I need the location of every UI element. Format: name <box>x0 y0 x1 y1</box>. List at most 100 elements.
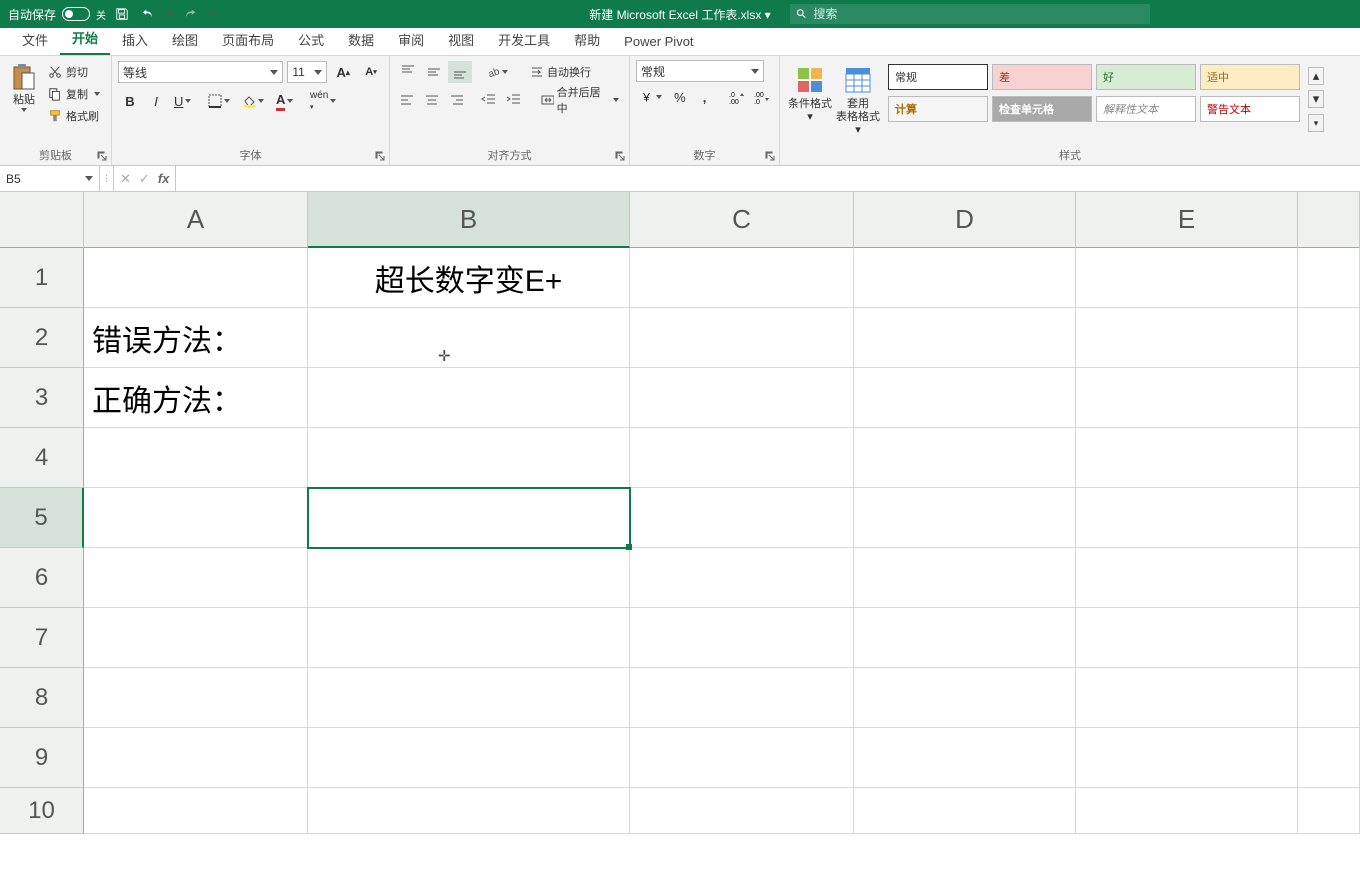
styles-more[interactable]: ▾ <box>1308 114 1324 132</box>
font-color-button[interactable]: A <box>272 90 304 112</box>
cell-A6[interactable] <box>84 548 308 608</box>
cell-D3[interactable] <box>854 368 1076 428</box>
cell-A2[interactable]: 错误方法： <box>84 308 308 368</box>
row-header-3[interactable]: 3 <box>0 368 84 428</box>
accounting-format-button[interactable]: ￥ <box>636 86 667 108</box>
style-warning[interactable]: 警告文本 <box>1200 96 1300 122</box>
row-header-9[interactable]: 9 <box>0 728 84 788</box>
orientation-button[interactable]: ab <box>482 61 514 83</box>
spreadsheet-grid[interactable]: ABCDE1超长数字变E+2错误方法：3正确方法：45678910✛ <box>0 192 1360 834</box>
underline-button[interactable]: U <box>170 90 202 112</box>
align-center-button[interactable] <box>421 89 444 111</box>
cell-C7[interactable] <box>630 608 854 668</box>
undo-button[interactable] <box>138 4 158 24</box>
row-header-10[interactable]: 10 <box>0 788 84 834</box>
cell-A5[interactable] <box>84 488 308 548</box>
cell-B8[interactable] <box>308 668 630 728</box>
redo-button[interactable] <box>180 4 200 24</box>
cell-C6[interactable] <box>630 548 854 608</box>
align-middle-button[interactable] <box>422 61 446 83</box>
row-header-4[interactable]: 4 <box>0 428 84 488</box>
style-calculation[interactable]: 计算 <box>888 96 988 122</box>
cell-C2[interactable] <box>630 308 854 368</box>
row-header-2[interactable]: 2 <box>0 308 84 368</box>
accept-formula-button[interactable]: ✓ <box>139 171 150 187</box>
align-right-button[interactable] <box>445 89 468 111</box>
cell-B5[interactable] <box>308 488 630 548</box>
tab-page-layout[interactable]: 页面布局 <box>210 24 286 55</box>
decrease-decimal-button[interactable]: .00.0 <box>750 86 773 108</box>
align-top-button[interactable] <box>396 61 420 83</box>
bold-button[interactable]: B <box>118 90 142 112</box>
cell-A9[interactable] <box>84 728 308 788</box>
cell-E8[interactable] <box>1076 668 1298 728</box>
name-box-expand[interactable]: ⋮ <box>100 166 114 191</box>
cell-B9[interactable] <box>308 728 630 788</box>
cell-C8[interactable] <box>630 668 854 728</box>
cell-D7[interactable] <box>854 608 1076 668</box>
cell-C1[interactable] <box>630 248 854 308</box>
tab-file[interactable]: 文件 <box>10 24 60 55</box>
style-neutral[interactable]: 适中 <box>1200 64 1300 90</box>
tab-insert[interactable]: 插入 <box>110 24 160 55</box>
comma-button[interactable]: , <box>693 86 716 108</box>
style-good[interactable]: 好 <box>1096 64 1196 90</box>
increase-decimal-button[interactable]: .0.00 <box>726 86 749 108</box>
align-bottom-button[interactable] <box>448 61 472 83</box>
cell-D1[interactable] <box>854 248 1076 308</box>
insert-function-button[interactable]: fx <box>158 171 170 186</box>
conditional-formatting-button[interactable]: 条件格式 ▾ <box>786 60 834 139</box>
wrap-text-button[interactable]: 自动换行 <box>526 61 595 83</box>
tab-formulas[interactable]: 公式 <box>286 24 336 55</box>
cell-A4[interactable] <box>84 428 308 488</box>
cell-B2[interactable] <box>308 308 630 368</box>
number-dialog-launcher[interactable] <box>765 151 777 163</box>
search-box[interactable] <box>790 4 1150 24</box>
cell-A10[interactable] <box>84 788 308 834</box>
row-header-1[interactable]: 1 <box>0 248 84 308</box>
cell-B10[interactable] <box>308 788 630 834</box>
column-header-A[interactable]: A <box>84 192 308 248</box>
autosave-toggle[interactable] <box>62 7 90 21</box>
cell-D6[interactable] <box>854 548 1076 608</box>
cell-D2[interactable] <box>854 308 1076 368</box>
cell-E3[interactable] <box>1076 368 1298 428</box>
cell-B7[interactable] <box>308 608 630 668</box>
tab-review[interactable]: 审阅 <box>386 24 436 55</box>
increase-font-button[interactable]: A▴ <box>331 61 355 83</box>
clipboard-dialog-launcher[interactable] <box>97 151 109 163</box>
cell-B1[interactable]: 超长数字变E+ <box>308 248 630 308</box>
search-input[interactable] <box>813 7 1144 21</box>
cell-E2[interactable] <box>1076 308 1298 368</box>
cell-A1[interactable] <box>84 248 308 308</box>
style-check-cell[interactable]: 检查单元格 <box>992 96 1092 122</box>
select-all-corner[interactable] <box>0 192 84 248</box>
style-explanatory[interactable]: 解释性文本 <box>1096 96 1196 122</box>
row-header-7[interactable]: 7 <box>0 608 84 668</box>
merge-center-button[interactable]: 合并后居中 <box>537 89 623 111</box>
phonetic-button[interactable]: wén▾ <box>306 90 338 112</box>
row-header-6[interactable]: 6 <box>0 548 84 608</box>
tab-power-pivot[interactable]: Power Pivot <box>612 28 705 55</box>
decrease-indent-button[interactable] <box>478 89 501 111</box>
cell-A7[interactable] <box>84 608 308 668</box>
format-as-table-button[interactable]: 套用 表格格式 ▾ <box>834 60 882 139</box>
cell-D5[interactable] <box>854 488 1076 548</box>
cell-C3[interactable] <box>630 368 854 428</box>
style-normal[interactable]: 常规 <box>888 64 988 90</box>
row-header-8[interactable]: 8 <box>0 668 84 728</box>
cell-D4[interactable] <box>854 428 1076 488</box>
qat-customize[interactable] <box>206 4 216 24</box>
formula-input[interactable] <box>176 166 1360 191</box>
cell-E1[interactable] <box>1076 248 1298 308</box>
paste-button[interactable]: 粘贴 <box>6 60 42 126</box>
cell-E10[interactable] <box>1076 788 1298 834</box>
border-button[interactable] <box>204 90 236 112</box>
cell-E7[interactable] <box>1076 608 1298 668</box>
align-left-button[interactable] <box>396 89 419 111</box>
column-header-C[interactable]: C <box>630 192 854 248</box>
copy-button[interactable]: 复制 <box>46 84 102 104</box>
cell-C5[interactable] <box>630 488 854 548</box>
tab-developer[interactable]: 开发工具 <box>486 24 562 55</box>
column-header-D[interactable]: D <box>854 192 1076 248</box>
